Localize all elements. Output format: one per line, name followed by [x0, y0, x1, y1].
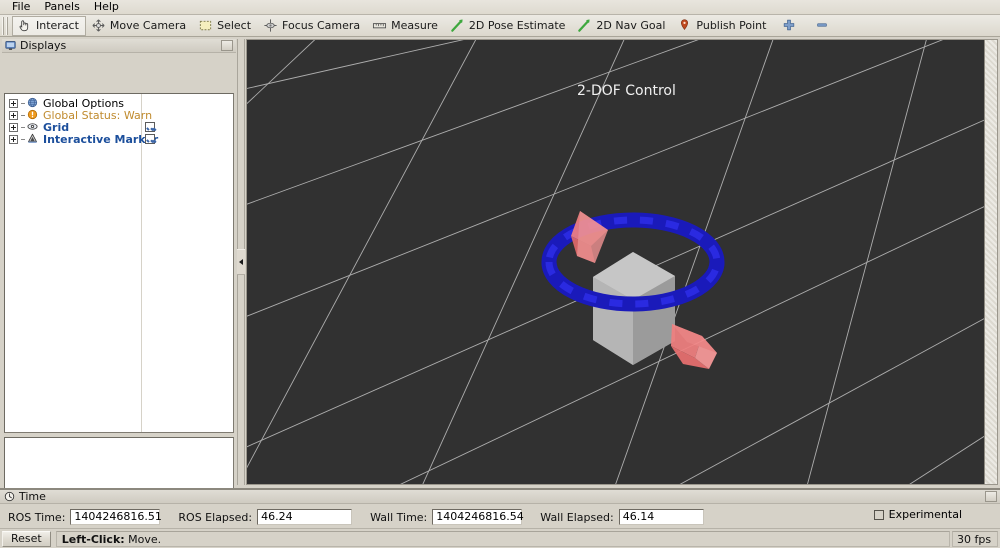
tree-connector: [21, 126, 25, 128]
splitter-collapse-handle[interactable]: [237, 249, 245, 275]
time-fields-row: ROS Time: 1404246816.51 ROS Elapsed: 46.…: [0, 506, 1000, 528]
toolbar-drag-handle[interactable]: [2, 16, 10, 35]
tool-publish-point[interactable]: Publish Point: [672, 16, 773, 36]
focus-camera-icon: [263, 18, 278, 33]
expander-icon[interactable]: [9, 134, 18, 144]
move-camera-icon: [91, 18, 106, 33]
expander-icon[interactable]: [9, 98, 18, 108]
3d-scene: 2-DOF Control: [247, 40, 997, 484]
tool-select[interactable]: Select: [193, 16, 258, 36]
viewport-right-edge: [984, 40, 997, 484]
status-hint-text: Move.: [124, 532, 162, 546]
time-panel-title: Time: [0, 490, 1000, 504]
tree-item-global-options[interactable]: Global Options: [5, 97, 233, 110]
ros-time-label: ROS Time:: [8, 510, 66, 524]
tree-connector: [21, 102, 25, 104]
tool-measure-label: Measure: [391, 19, 438, 32]
tool-publish-point-label: Publish Point: [696, 19, 767, 32]
tool-measure[interactable]: Measure: [367, 16, 445, 36]
tree-item-checkbox[interactable]: [145, 134, 155, 144]
tool-select-label: Select: [217, 19, 252, 32]
time-panel-title-label: Time: [19, 490, 46, 503]
tree-item-label: Interactive Marker: [43, 132, 159, 146]
experimental-checkbox[interactable]: [873, 509, 884, 520]
map-pin-icon: [677, 18, 692, 33]
displays-undock-icon[interactable]: [221, 40, 233, 51]
tool-minus[interactable]: [806, 16, 839, 36]
experimental-label: Experimental: [888, 508, 962, 521]
marker-title-text: 2-DOF Control: [577, 83, 676, 99]
wall-time-label: Wall Time:: [370, 510, 428, 524]
displays-tree[interactable]: Global Options Global Status: Warn Grid …: [4, 93, 234, 433]
wall-time-input[interactable]: 1404246816.54: [432, 509, 524, 525]
ros-time-input[interactable]: 1404246816.51: [70, 509, 162, 525]
reset-button[interactable]: Reset: [2, 530, 51, 547]
tool-2d-nav-goal-label: 2D Nav Goal: [596, 19, 666, 32]
globe-icon: [27, 97, 39, 109]
pose-arrow-icon: [450, 18, 465, 33]
menu-panels[interactable]: Panels: [37, 0, 86, 14]
ros-elapsed-input[interactable]: 46.24: [257, 509, 353, 525]
ros-elapsed-label: ROS Elapsed:: [178, 510, 253, 524]
tree-item-interactive-marker[interactable]: Interactive Marker: [5, 132, 233, 146]
experimental-toggle[interactable]: Experimental: [873, 508, 962, 521]
main-toolbar: Interact Move Camera Select Focus Camera…: [0, 15, 1000, 37]
render-view-3d[interactable]: 2-DOF Control: [247, 40, 997, 484]
tool-move-camera[interactable]: Move Camera: [86, 16, 193, 36]
tree-connector: [21, 138, 25, 140]
tree-item-grid[interactable]: Grid: [5, 121, 233, 134]
tool-plus[interactable]: [773, 16, 806, 36]
displays-panel-title-label: Displays: [20, 39, 67, 52]
tool-2d-pose-estimate-label: 2D Pose Estimate: [468, 19, 566, 32]
clock-icon: [4, 491, 15, 502]
tree-connector: [21, 114, 25, 116]
wall-elapsed-input[interactable]: 46.14: [618, 509, 704, 525]
panel-splitter[interactable]: [236, 39, 246, 485]
menu-bar: File Panels Help: [0, 0, 1000, 15]
monitor-icon: [5, 40, 16, 51]
selection-box-icon: [198, 18, 213, 33]
fps-indicator: 30 fps: [952, 530, 998, 547]
render-view-frame: 2-DOF Control: [246, 39, 998, 485]
wall-elapsed-label: Wall Elapsed:: [540, 510, 614, 524]
left-triangle-icon: [239, 259, 243, 265]
tool-move-camera-label: Move Camera: [109, 19, 187, 32]
tool-2d-nav-goal[interactable]: 2D Nav Goal: [572, 16, 672, 36]
status-hint: Left-Click: Move.: [55, 530, 950, 547]
tool-focus-camera[interactable]: Focus Camera: [258, 16, 367, 36]
status-hint-prefix: Left-Click:: [61, 532, 125, 546]
tree-item-global-status[interactable]: Global Status: Warn: [5, 109, 233, 122]
displays-panel-title: Displays: [2, 39, 236, 53]
tool-interact[interactable]: Interact: [12, 15, 86, 36]
hand-cursor-icon: [17, 18, 32, 33]
time-undock-icon[interactable]: [985, 491, 997, 502]
grid-eye-icon: [27, 121, 39, 133]
menu-help[interactable]: Help: [87, 0, 126, 14]
tool-interact-label: Interact: [36, 19, 79, 32]
expander-icon[interactable]: [9, 122, 18, 132]
status-bar: Reset Left-Click: Move. 30 fps: [0, 528, 1000, 548]
tool-focus-camera-label: Focus Camera: [282, 19, 361, 32]
time-panel: Time ROS Time: 1404246816.51 ROS Elapsed…: [0, 488, 1000, 528]
tree-item-checkbox[interactable]: [145, 122, 155, 132]
tool-2d-pose-estimate[interactable]: 2D Pose Estimate: [445, 16, 573, 36]
expander-icon[interactable]: [9, 110, 18, 120]
rviz-window: File Panels Help Interact Move Camera Se…: [0, 0, 1000, 548]
displays-panel: Displays Global Options Global Status: W…: [2, 39, 236, 520]
plus-cross-icon: [782, 18, 797, 33]
minus-dash-icon: [815, 18, 830, 33]
warning-icon: [27, 109, 39, 121]
nav-goal-arrow-icon: [577, 18, 592, 33]
menu-file[interactable]: File: [5, 0, 37, 14]
measure-ruler-icon: [372, 18, 387, 33]
marker-icon: [27, 133, 39, 145]
